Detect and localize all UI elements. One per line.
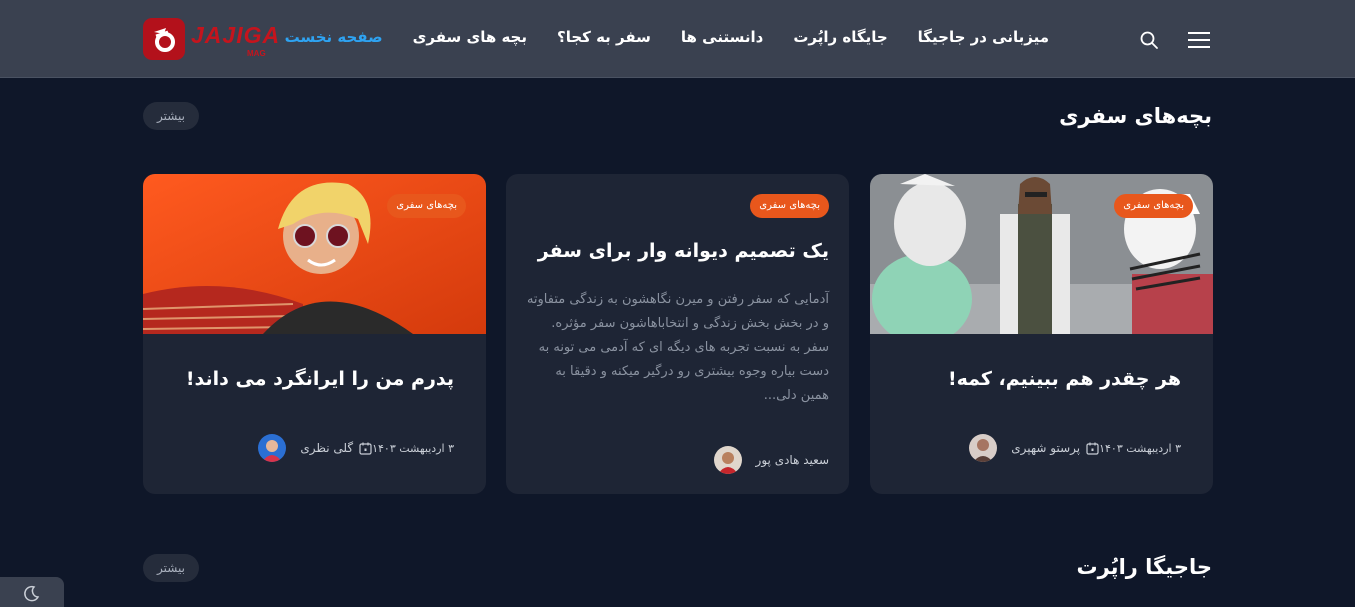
more-button-travel-kids[interactable]: بیشتر	[143, 102, 199, 130]
article-title[interactable]: هر چقدر هم ببینیم، کمه!	[948, 368, 1181, 390]
article-meta: گلی نظری ۳ اردیبهشت ۱۴۰۳	[248, 434, 454, 462]
avatar[interactable]	[713, 446, 742, 474]
section-title-travel-kids: بچه‌های سفری	[1059, 104, 1212, 128]
logo-text: JAJIGA	[191, 22, 281, 48]
avatar[interactable]	[969, 434, 998, 462]
site-logo[interactable]: JAJIGA MAG	[143, 18, 279, 60]
article-card[interactable]: بچه‌های سفری پدرم من را ایرانگرد می داند…	[143, 174, 486, 494]
calendar-icon	[1086, 442, 1099, 455]
calendar-icon	[359, 442, 372, 455]
dark-mode-toggle[interactable]	[0, 577, 64, 607]
nav-item-where-to[interactable]: سفر به کجا؟	[557, 28, 651, 46]
logo-mark-icon	[143, 18, 185, 60]
nav-item-report[interactable]: جایگاه راپُرت	[793, 28, 887, 46]
author-name[interactable]: پرستو شهپری	[1011, 441, 1080, 455]
avatar[interactable]	[258, 434, 287, 462]
nav-item-travel-kids[interactable]: بچه های سفری	[413, 28, 527, 46]
article-excerpt: آدمایی که سفر رفتن و میرن نگاهشون به زند…	[526, 292, 829, 403]
nav-item-facts[interactable]: دانستنی ها	[681, 28, 763, 46]
article-title[interactable]: پدرم من را ایرانگرد می داند!	[186, 368, 454, 390]
hamburger-menu-icon[interactable]	[1188, 31, 1210, 53]
search-icon[interactable]	[1139, 30, 1159, 54]
moon-icon	[24, 585, 40, 602]
category-badge[interactable]: بچه‌های سفری	[1114, 194, 1193, 218]
author-name[interactable]: گلی نظری	[300, 441, 353, 455]
author-name[interactable]: سعید هادی پور	[756, 453, 829, 467]
site-header: JAJIGA MAG صفحه نخست بچه های سفری سفر به…	[0, 0, 1355, 78]
article-card[interactable]: بچه‌های سفری هر چقدر هم ببینیم، کمه! پرس…	[870, 174, 1213, 494]
article-meta: سعید هادی پور	[704, 446, 829, 474]
nav-item-hosting[interactable]: میزبانی در جاجیگا	[918, 28, 1049, 46]
section-title-report: جاجیگا راپُرت	[1076, 555, 1212, 579]
more-button-report[interactable]: بیشتر	[143, 554, 199, 582]
main-nav: صفحه نخست بچه های سفری سفر به کجا؟ دانست…	[285, 28, 1049, 46]
article-meta: پرستو شهپری ۳ اردیبهشت ۱۴۰۳	[959, 434, 1181, 462]
article-card[interactable]: بچه‌های سفری یک تصمیم دیوانه وار برای سف…	[506, 174, 849, 494]
category-badge[interactable]: بچه‌های سفری	[387, 194, 466, 218]
category-badge[interactable]: بچه‌های سفری	[750, 194, 829, 218]
publish-date: ۳ اردیبهشت ۱۴۰۳	[372, 441, 454, 455]
nav-item-home[interactable]: صفحه نخست	[285, 28, 383, 46]
publish-date: ۳ اردیبهشت ۱۴۰۳	[1099, 441, 1181, 455]
article-title[interactable]: یک تصمیم دیوانه وار برای سفر	[538, 240, 829, 262]
logo-subtext: MAG	[247, 49, 266, 58]
